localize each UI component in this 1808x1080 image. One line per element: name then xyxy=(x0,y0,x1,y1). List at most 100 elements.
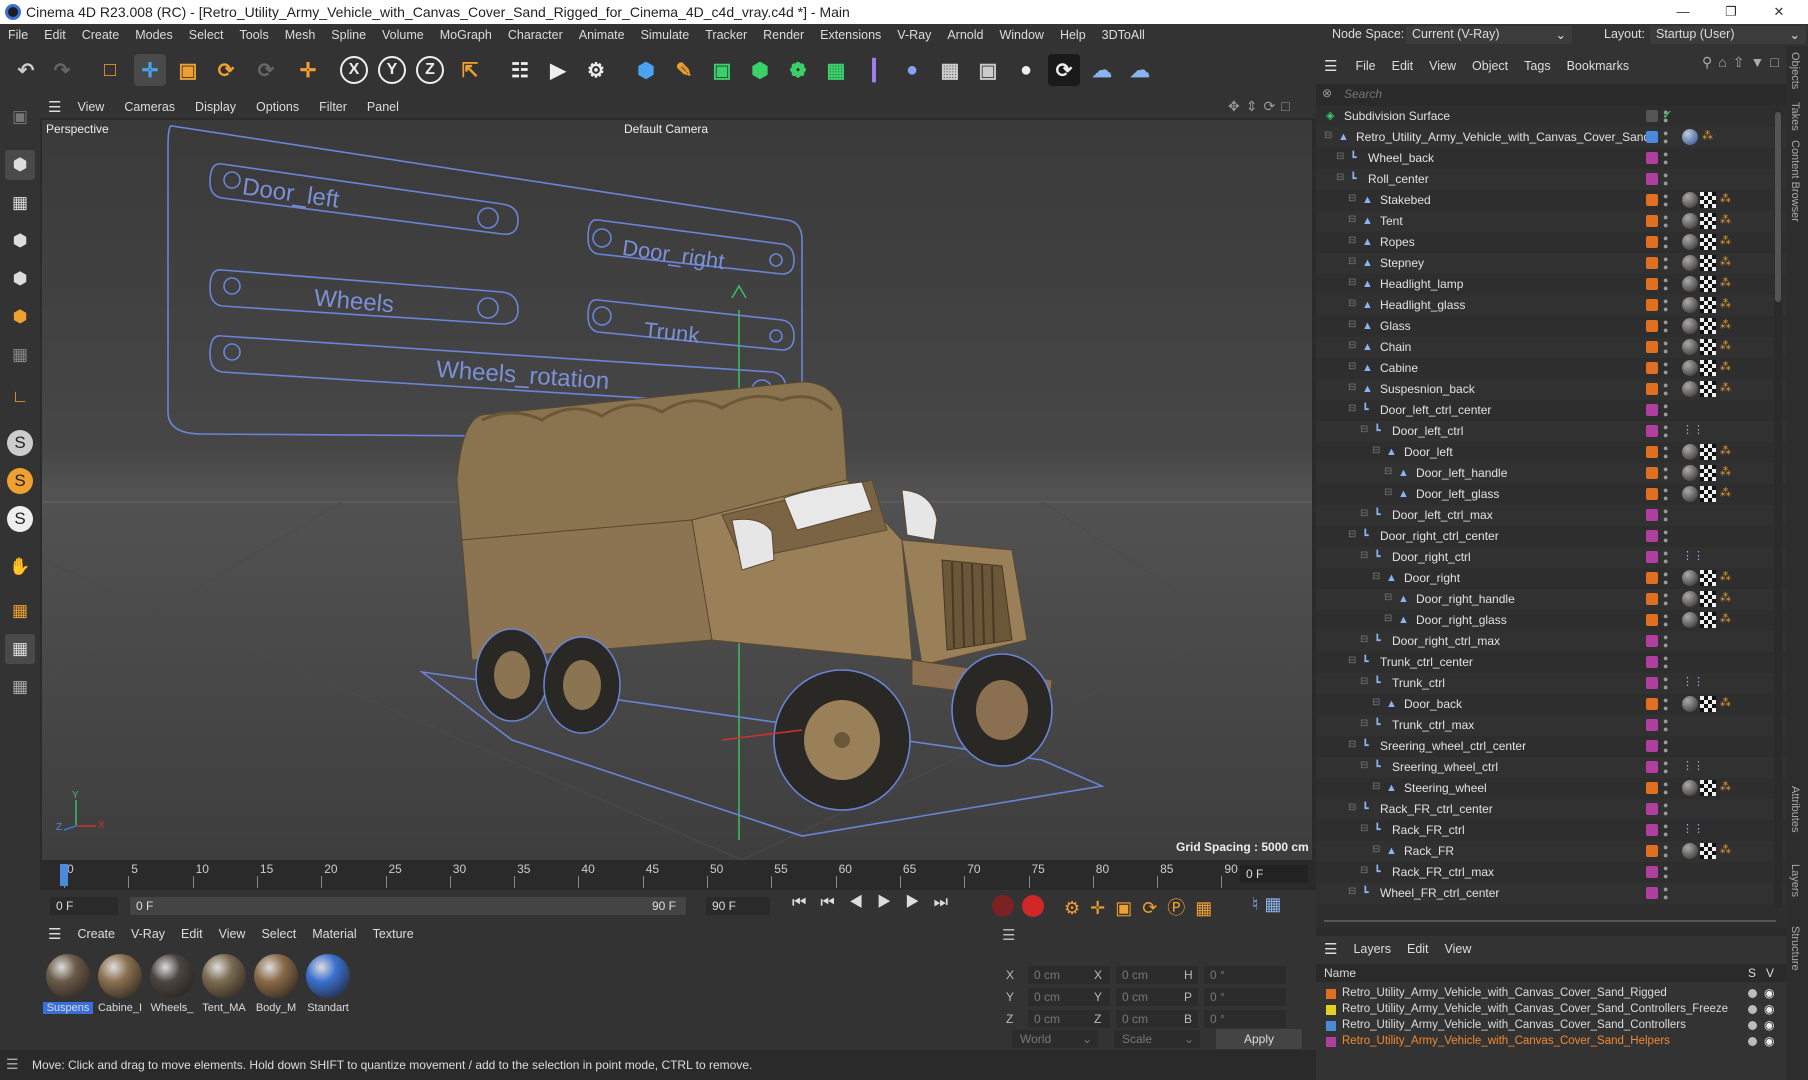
subdivision-icon[interactable]: ▣ xyxy=(706,54,738,86)
layer-color-swatch[interactable] xyxy=(1646,152,1658,164)
tree-expand-icon[interactable]: ⊟ xyxy=(1384,487,1392,498)
vray-icon[interactable]: ⟳ xyxy=(1048,54,1080,86)
side-tab-content-browser[interactable]: Content Browser xyxy=(1789,140,1801,222)
visibility-dots-icon[interactable]: ● ● xyxy=(1663,444,1669,461)
texture-tag-icon[interactable]: ⁂ xyxy=(1720,215,1731,226)
xpresso-tag-icon[interactable]: ⋮⋮ xyxy=(1682,425,1704,436)
tree-expand-icon[interactable]: ⊟ xyxy=(1372,781,1380,792)
tree-expand-icon[interactable]: ⊟ xyxy=(1360,865,1368,876)
uv-tag-icon[interactable] xyxy=(1700,192,1716,208)
uv-tag-icon[interactable] xyxy=(1700,591,1716,607)
coord-value-field[interactable]: 0 ° xyxy=(1204,1010,1286,1028)
visibility-dots-icon[interactable]: ● ● xyxy=(1663,234,1669,251)
object-menu-object[interactable]: Object xyxy=(1464,59,1516,73)
coords-hamburger-icon[interactable]: ☰ xyxy=(1002,926,1015,944)
start-frame-field[interactable]: 0 F xyxy=(50,897,118,915)
cube-primitive-icon[interactable]: ⬢ xyxy=(630,54,662,86)
enabled-check-icon[interactable]: ✓ xyxy=(1662,108,1673,121)
object-row[interactable]: ⊟ ┗ Sreering_wheel_ctrl_center ● ● xyxy=(1316,736,1786,757)
object-manager-tool-icons[interactable]: ⚲⌂⇧▼□ xyxy=(1702,54,1786,74)
vray-material-tag-icon[interactable] xyxy=(1682,318,1698,334)
material-label[interactable]: Tent_MA xyxy=(199,1002,249,1014)
playback-controls[interactable]: ⏮⏮◀▶▶⏭ xyxy=(792,894,962,912)
layer-color-swatch[interactable] xyxy=(1646,446,1658,458)
tree-expand-icon[interactable]: ⊟ xyxy=(1348,256,1356,267)
axis-mode-icon[interactable]: ∟ xyxy=(5,382,35,412)
material-menu-edit[interactable]: Edit xyxy=(173,927,211,941)
visibility-dots-icon[interactable]: ● ● xyxy=(1663,801,1669,818)
vray-material-tag-icon[interactable] xyxy=(1682,276,1698,292)
tree-expand-icon[interactable]: ⊟ xyxy=(1348,886,1356,897)
viewport-hamburger-icon[interactable]: ☰ xyxy=(40,98,67,116)
snap-workplane-icon[interactable]: S xyxy=(7,506,33,532)
viewport-menu-view[interactable]: View xyxy=(67,100,114,114)
layer-color-swatch[interactable] xyxy=(1326,1037,1336,1047)
undo-icon[interactable]: ↶ xyxy=(10,54,42,86)
menu-character[interactable]: Character xyxy=(500,28,571,42)
frame-range-slider[interactable]: 0 F 90 F xyxy=(130,897,686,915)
visibility-dots-icon[interactable]: ● ● xyxy=(1663,759,1669,776)
uv-tag-icon[interactable] xyxy=(1700,339,1716,355)
texture-tag-icon[interactable]: ⁂ xyxy=(1720,341,1731,352)
tree-expand-icon[interactable]: ⊟ xyxy=(1360,823,1368,834)
render-settings-icon[interactable]: ⚙ xyxy=(580,54,612,86)
layer-color-swatch[interactable] xyxy=(1646,194,1658,206)
layer-color-swatch[interactable] xyxy=(1646,635,1658,647)
layer-color-swatch[interactable] xyxy=(1646,236,1658,248)
object-row[interactable]: ⊟ ▲ Door_back ● ● ⁂ xyxy=(1316,694,1786,715)
layer-solo-dot-icon[interactable] xyxy=(1748,1005,1757,1014)
viewport-menu-display[interactable]: Display xyxy=(185,100,246,114)
texture-tag-icon[interactable]: ⁂ xyxy=(1720,593,1731,604)
tree-expand-icon[interactable]: ⊟ xyxy=(1360,508,1368,519)
texture-tag-icon[interactable]: ⁂ xyxy=(1720,278,1731,289)
layer-color-swatch[interactable] xyxy=(1646,257,1658,269)
tree-expand-icon[interactable]: ⊟ xyxy=(1348,403,1356,414)
tree-expand-icon[interactable]: ⊟ xyxy=(1360,424,1368,435)
material-swatch[interactable] xyxy=(150,954,194,998)
layers-menu-view[interactable]: View xyxy=(1437,942,1480,956)
object-menu-file[interactable]: File xyxy=(1347,59,1383,73)
texture-tag-icon[interactable]: ⁂ xyxy=(1720,236,1731,247)
object-row[interactable]: ⊟ ┗ Roll_center ● ● xyxy=(1316,169,1786,190)
menu-spline[interactable]: Spline xyxy=(323,28,374,42)
texture-tag-icon[interactable]: ⁂ xyxy=(1720,320,1731,331)
menu-window[interactable]: Window xyxy=(991,28,1051,42)
menu-create[interactable]: Create xyxy=(74,28,128,42)
points-mode-icon[interactable]: ⬢ xyxy=(5,226,35,256)
menu-help[interactable]: Help xyxy=(1052,28,1094,42)
python-script-icon[interactable]: ☁ xyxy=(1124,54,1156,86)
layer-color-swatch[interactable] xyxy=(1646,719,1658,731)
locked-workplane-icon[interactable]: ▦ xyxy=(5,634,35,664)
tree-expand-icon[interactable]: ⊟ xyxy=(1348,382,1356,393)
python-icon[interactable]: ☁ xyxy=(1086,54,1118,86)
visibility-dots-icon[interactable]: ● ● xyxy=(1663,528,1669,545)
texture-tag-icon[interactable]: ⁂ xyxy=(1720,446,1731,457)
visibility-dots-icon[interactable]: ● ● xyxy=(1663,150,1669,167)
object-menu-bookmarks[interactable]: Bookmarks xyxy=(1559,59,1638,73)
material-label[interactable]: Standart xyxy=(303,1002,353,1014)
texture-tag-icon[interactable]: ⁂ xyxy=(1720,467,1731,478)
maximize-icon[interactable]: ❐ xyxy=(1708,0,1754,24)
layer-color-swatch[interactable] xyxy=(1646,110,1658,122)
vray-material-tag-icon[interactable] xyxy=(1682,843,1698,859)
layer-color-swatch[interactable] xyxy=(1646,845,1658,857)
layer-solo-dot-icon[interactable] xyxy=(1748,1021,1757,1030)
uv-tag-icon[interactable] xyxy=(1700,612,1716,628)
visibility-dots-icon[interactable]: ● ● xyxy=(1663,696,1669,713)
layer-color-swatch[interactable] xyxy=(1646,131,1658,143)
menu-render[interactable]: Render xyxy=(755,28,812,42)
visibility-dots-icon[interactable]: ● ● xyxy=(1663,465,1669,482)
menu-modes[interactable]: Modes xyxy=(127,28,181,42)
texture-tag-icon[interactable]: ⁂ xyxy=(1720,845,1731,856)
visibility-dots-icon[interactable]: ● ● xyxy=(1663,780,1669,797)
texture-tag-icon[interactable]: ⁂ xyxy=(1720,488,1731,499)
timeline-ruler[interactable]: 0 5 10 15 20 25 30 35 40 45 50 55 60 65 70 75 80 85 90 0 F xyxy=(40,860,1316,890)
playhead[interactable] xyxy=(60,864,68,886)
vray-material-tag-icon[interactable] xyxy=(1682,192,1698,208)
vray-material-tag-icon[interactable] xyxy=(1682,381,1698,397)
layer-color-swatch[interactable] xyxy=(1646,509,1658,521)
object-menu-tags[interactable]: Tags xyxy=(1516,59,1558,73)
menu-simulate[interactable]: Simulate xyxy=(633,28,698,42)
visibility-dots-icon[interactable]: ● ● xyxy=(1663,507,1669,524)
autokey-icon[interactable] xyxy=(1022,895,1044,917)
